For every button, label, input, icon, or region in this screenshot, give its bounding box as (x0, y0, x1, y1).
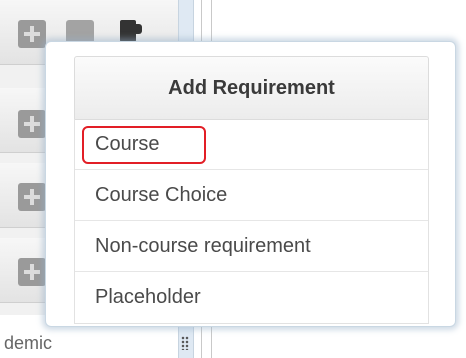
menu-item-label: Course Choice (95, 183, 228, 206)
plus-icon[interactable] (18, 110, 46, 138)
menu-item-course[interactable]: Course (75, 119, 428, 170)
plus-icon[interactable] (18, 183, 46, 211)
document-icon[interactable] (120, 20, 142, 42)
menu-item-label: Placeholder (95, 286, 201, 308)
plus-icon[interactable] (18, 20, 46, 48)
popup-title: Add Requirement (168, 76, 335, 99)
requirement-type-menu: Course Course Choice Non-course requirem… (74, 119, 429, 324)
popup-header: Add Requirement (74, 56, 429, 120)
plus-icon[interactable] (18, 258, 46, 286)
menu-item-placeholder[interactable]: Placeholder (75, 272, 428, 323)
menu-item-label: Course (95, 132, 160, 155)
menu-item-non-course-requirement[interactable]: Non-course requirement (75, 221, 428, 272)
partial-row-text: demic (4, 333, 53, 353)
menu-item-course-choice[interactable]: Course Choice (75, 170, 428, 221)
grip-icon[interactable] (181, 336, 189, 350)
add-requirement-popup: Add Requirement Course Course Choice Non… (45, 41, 456, 327)
menu-item-label: Non-course requirement (95, 234, 311, 257)
